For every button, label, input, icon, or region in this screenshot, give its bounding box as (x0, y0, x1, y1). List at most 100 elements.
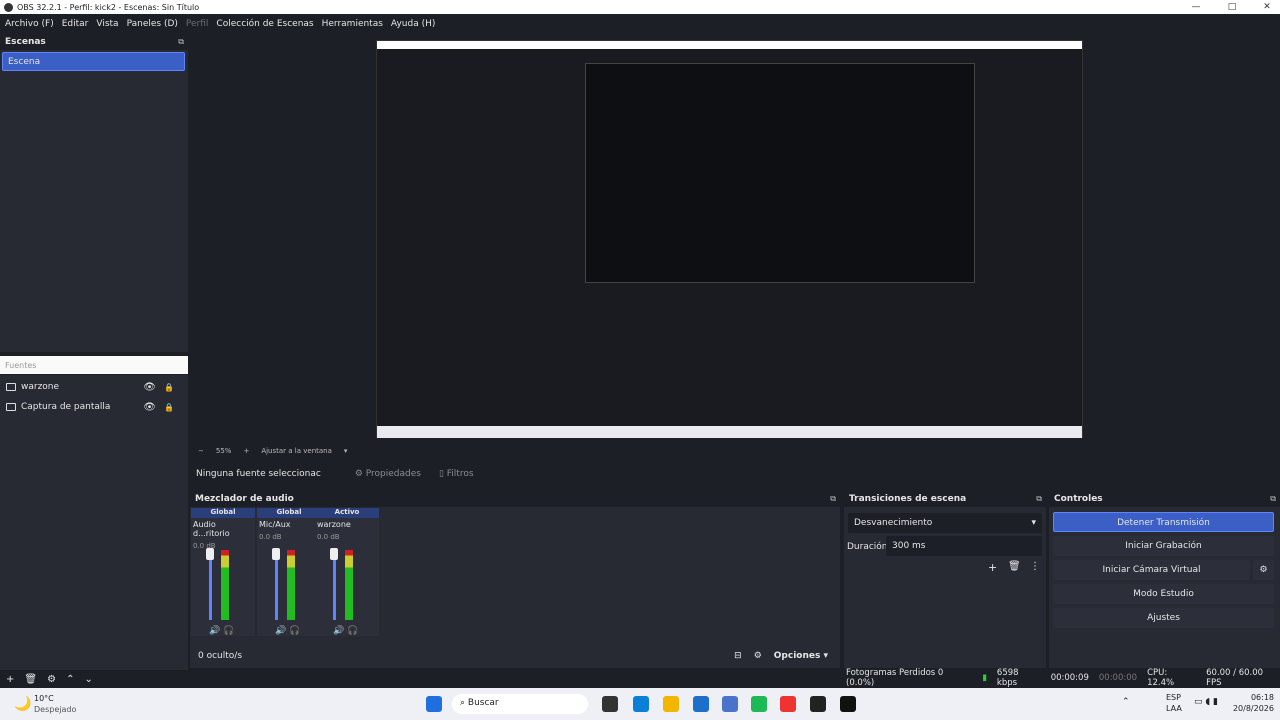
menu-ayuda[interactable]: Ayuda (H) (391, 19, 435, 29)
store-icon[interactable] (693, 696, 709, 712)
advanced-audio-icon[interactable]: ⚙ (754, 651, 762, 661)
obs-logo-icon (4, 2, 13, 12)
close-icon[interactable]: ✕ (1255, 0, 1279, 14)
undock-icon[interactable]: ⧉ (830, 494, 836, 504)
minimize-icon[interactable]: — (1184, 0, 1208, 14)
record-time: 00:00:00 (1098, 673, 1138, 683)
filters-button[interactable]: ▯ Filtros (439, 469, 474, 479)
preview-canvas[interactable] (376, 40, 1083, 438)
duration-spinbox[interactable]: 300 ms (886, 536, 1042, 556)
weather-icon[interactable]: 🌙 (14, 696, 31, 712)
more-icon[interactable]: ⋮ (1030, 561, 1040, 572)
mixer-title: Mezclador de audio (195, 494, 294, 504)
menu-bar: Archivo (F) Editar Vista Paneles (D) Per… (0, 16, 1280, 32)
undock-icon[interactable]: ⧉ (1270, 494, 1276, 504)
menu-archivo[interactable]: Archivo (F) (5, 19, 54, 29)
clock-date[interactable]: 20/8/2026 (1228, 704, 1274, 713)
transition-select[interactable]: Desvanecimiento ▾ (848, 513, 1042, 533)
bitrate: 6598 kbps (996, 668, 1019, 688)
lang-1[interactable]: ESP (1166, 693, 1181, 702)
duration-value: 300 ms (892, 541, 926, 551)
audio-mixer-dock: Mezclador de audio ⧉ Global Audio d...rit… (190, 491, 840, 668)
level-meter (345, 550, 353, 620)
undock-icon[interactable]: ⧉ (178, 37, 184, 47)
chrome-icon[interactable] (780, 696, 796, 712)
slider-handle[interactable] (272, 548, 280, 560)
menu-editar[interactable]: Editar (62, 19, 89, 29)
folder-icon[interactable] (663, 696, 679, 712)
zoom-out-icon[interactable]: − (198, 447, 204, 455)
channel-tag: Global (191, 508, 255, 518)
tray-chevron-icon[interactable]: ⌃ (1122, 697, 1130, 707)
layout-icon[interactable]: ⊟ (734, 651, 742, 661)
trash-icon[interactable]: 🗑 (24, 674, 37, 685)
volume-slider[interactable] (333, 550, 336, 620)
app-icon[interactable] (722, 696, 738, 712)
mixer-channel: Global Audio d...ritorio 0.0 dB 🔊 🎧 (191, 508, 255, 636)
taskview-icon[interactable] (602, 696, 618, 712)
visibility-icon[interactable]: 👁 (143, 402, 156, 413)
channel-tag: Activo (315, 508, 379, 518)
scene-item[interactable]: Escena (2, 52, 185, 71)
spotify-icon[interactable] (751, 696, 767, 712)
source-item-warzone[interactable]: warzone 👁 🔒 (6, 378, 182, 396)
menu-paneles[interactable]: Paneles (D) (127, 19, 178, 29)
app2-icon[interactable] (840, 696, 856, 712)
search-placeholder: Buscar (467, 698, 499, 708)
chevron-down-icon[interactable]: ▾ (344, 447, 348, 455)
menu-vista[interactable]: Vista (96, 19, 118, 29)
add-icon[interactable]: + (988, 561, 997, 574)
menu-coleccion[interactable]: Colección de Escenas (216, 19, 313, 29)
nested-taskbar (377, 426, 1082, 438)
slider-handle[interactable] (206, 548, 214, 560)
virtual-camera-button[interactable]: Iniciar Cámara Virtual (1053, 560, 1250, 580)
channel-name[interactable]: Mic/Aux (257, 518, 321, 531)
studio-mode-button[interactable]: Modo Estudio (1053, 584, 1274, 604)
clock-time[interactable]: 06:18 (1244, 693, 1274, 702)
start-recording-button[interactable]: Iniciar Grabación (1053, 536, 1274, 556)
gear-icon[interactable]: ⚙ (1253, 560, 1274, 580)
lang-2[interactable]: LAA (1166, 704, 1182, 713)
dropped-frames: Fotogramas Perdidos 0 (0.0%) (846, 668, 944, 688)
signal-icon: ▮ (982, 673, 987, 683)
visibility-icon[interactable]: 👁 (143, 382, 156, 393)
edge-icon[interactable] (633, 696, 649, 712)
properties-button[interactable]: ⚙ Propiedades (355, 469, 421, 479)
volume-slider[interactable] (209, 550, 212, 620)
down-icon[interactable]: ⌄ (84, 674, 92, 685)
start-icon[interactable] (426, 696, 442, 712)
zoom-in-icon[interactable]: + (243, 447, 249, 455)
obs-icon[interactable] (810, 696, 826, 712)
network-icon[interactable]: ▭ ◖ ▮ (1194, 697, 1218, 707)
speaker-icon[interactable]: 🔊 🎧 (333, 626, 358, 636)
slider-handle[interactable] (330, 548, 338, 560)
up-icon[interactable]: ⌃ (66, 674, 74, 685)
undock-icon[interactable]: ⧉ (1036, 494, 1042, 504)
volume-slider[interactable] (275, 550, 278, 620)
maximize-icon[interactable]: □ (1220, 0, 1244, 14)
speaker-icon[interactable]: 🔊 🎧 (275, 626, 300, 636)
channel-name[interactable]: Audio d...ritorio (191, 518, 255, 540)
lock-icon[interactable]: 🔒 (164, 383, 174, 392)
taskbar: 🌙 10°C Despejado ⌕ Buscar ⌃ ESP LAA ▭ ◖ … (0, 688, 1280, 720)
menu-herramientas[interactable]: Herramientas (322, 19, 383, 29)
window-capture-icon (6, 383, 16, 391)
add-icon[interactable]: + (6, 674, 14, 685)
mixer-footer: 0 oculto/s ⊟ ⚙ Opciones ▾ (190, 646, 840, 666)
source-item-captura[interactable]: Captura de pantalla 👁 🔒 (6, 398, 182, 416)
stop-streaming-button[interactable]: Detener Transmisión (1053, 512, 1274, 532)
transition-value: Desvanecimiento (854, 518, 933, 528)
duration-label: Duración (847, 542, 888, 552)
trash-icon[interactable]: 🗑 (1008, 561, 1021, 572)
speaker-icon[interactable]: 🔊 🎧 (209, 626, 234, 636)
channel-name[interactable]: warzone (315, 518, 379, 531)
lock-icon[interactable]: 🔒 (164, 403, 174, 412)
options-button[interactable]: Opciones ▾ (774, 651, 828, 661)
gear-icon[interactable]: ⚙ (47, 674, 56, 685)
menu-perfil[interactable]: Perfil (186, 19, 209, 29)
window-title: OBS 32.2.1 - Perfil: kick2 - Escenas: Si… (17, 2, 200, 12)
settings-button[interactable]: Ajustes (1053, 608, 1274, 628)
taskbar-search[interactable]: ⌕ Buscar (452, 694, 588, 714)
zoom-fit[interactable]: Ajustar a la ventana (261, 447, 332, 455)
transitions-dock: Transiciones de escena ⧉ Desvanecimiento ▾… (844, 491, 1046, 668)
